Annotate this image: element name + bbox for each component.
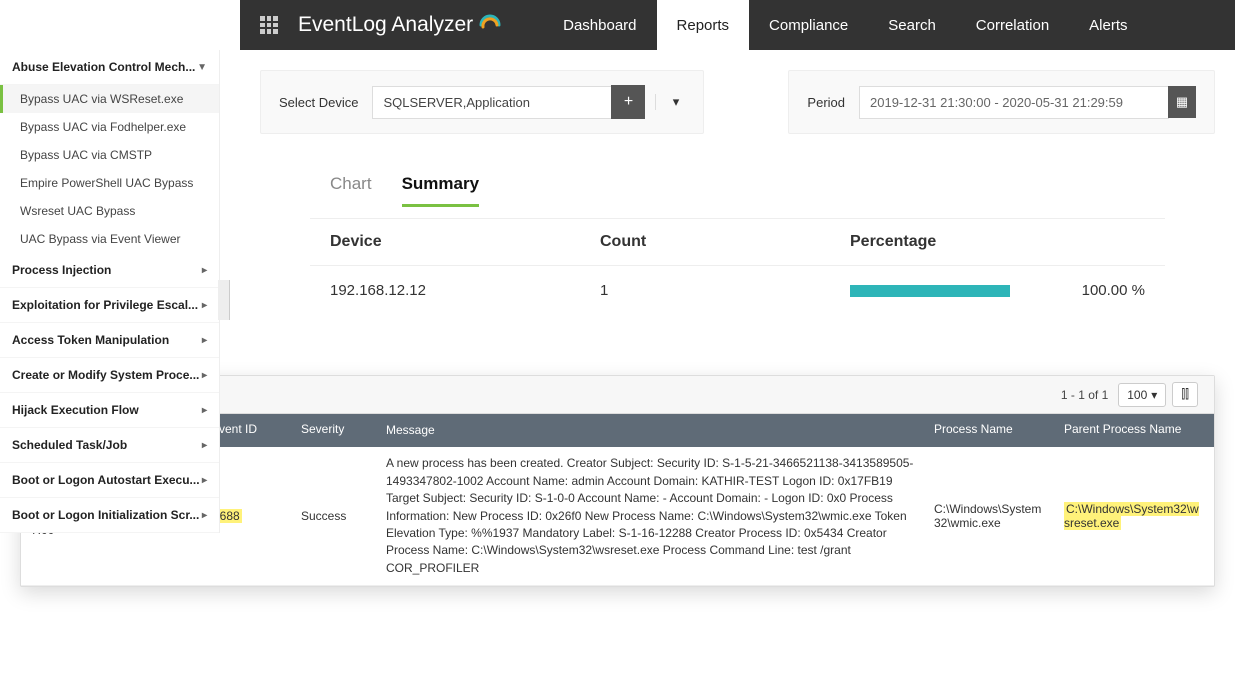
chevron-right-icon: ▸ bbox=[202, 510, 207, 521]
sidebar-collapse-handle[interactable] bbox=[218, 280, 230, 320]
main-content: Select Device SQLSERVER,Application + ▾ … bbox=[240, 50, 1235, 335]
cell-percentage: 100.00 % bbox=[1065, 282, 1165, 299]
chevron-right-icon: ▸ bbox=[202, 300, 207, 311]
tab-chart[interactable]: Chart bbox=[330, 164, 372, 207]
device-filter: Select Device SQLSERVER,Application + ▾ bbox=[260, 70, 704, 134]
col-device-header: Device bbox=[310, 233, 600, 251]
chevron-down-icon: ▼ bbox=[197, 62, 207, 73]
sidebar-group-label: Abuse Elevation Control Mech... bbox=[12, 60, 195, 74]
row-range: 1 - 1 of 1 bbox=[1061, 388, 1108, 402]
report-body: Chart Summary Device Count Percentage 19… bbox=[260, 164, 1215, 315]
chevron-right-icon: ▸ bbox=[202, 265, 207, 276]
device-filter-label: Select Device bbox=[279, 95, 358, 110]
add-device-button[interactable]: + bbox=[611, 85, 645, 119]
nav-compliance[interactable]: Compliance bbox=[749, 0, 868, 50]
columns-icon: ⫿⫿ bbox=[1181, 387, 1189, 402]
calendar-icon: ▦ bbox=[1176, 94, 1188, 110]
sidebar-item-bypass-cmstp[interactable]: Bypass UAC via CMSTP bbox=[0, 141, 219, 169]
sidebar-group-scheduled-task[interactable]: Scheduled Task/Job▸ bbox=[0, 428, 219, 463]
col-message[interactable]: Message bbox=[376, 414, 924, 447]
chevron-right-icon: ▸ bbox=[202, 475, 207, 486]
sidebar-item-bypass-fodhelper[interactable]: Bypass UAC via Fodhelper.exe bbox=[0, 113, 219, 141]
report-tabs: Chart Summary bbox=[310, 164, 1165, 208]
chevron-right-icon: ▸ bbox=[202, 370, 207, 381]
sidebar-group-boot-init-scripts[interactable]: Boot or Logon Initialization Scr...▸ bbox=[0, 498, 219, 533]
sidebar-group-process-injection[interactable]: Process Injection▸ bbox=[0, 253, 219, 288]
cell-message: A new process has been created. Creator … bbox=[376, 447, 924, 585]
sidebar-group-hijack-execution[interactable]: Hijack Execution Flow▸ bbox=[0, 393, 219, 428]
page-size-select[interactable]: 100▾ bbox=[1118, 383, 1166, 407]
col-parent-process[interactable]: Parent Process Name bbox=[1054, 414, 1214, 447]
sidebar-group-abuse-elevation[interactable]: Abuse Elevation Control Mech... ▼ bbox=[0, 50, 219, 85]
col-percentage-header: Percentage bbox=[850, 233, 1065, 251]
cell-bar bbox=[850, 282, 1065, 299]
cell-device: 192.168.12.12 bbox=[310, 282, 600, 299]
main-nav: Dashboard Reports Compliance Search Corr… bbox=[543, 0, 1147, 50]
cell-severity: Success bbox=[291, 501, 376, 531]
sidebar-group-access-token[interactable]: Access Token Manipulation▸ bbox=[0, 323, 219, 358]
summary-row: 192.168.12.12 1 100.00 % bbox=[310, 266, 1165, 315]
percentage-bar bbox=[850, 285, 1010, 297]
period-filter-input[interactable]: 2019-12-31 21:30:00 - 2020-05-31 21:29:5… bbox=[859, 86, 1169, 119]
nav-alerts[interactable]: Alerts bbox=[1069, 0, 1147, 50]
product-logo: EventLog Analyzer bbox=[298, 12, 503, 38]
nav-dashboard[interactable]: Dashboard bbox=[543, 0, 656, 50]
sidebar-item-wsreset-bypass[interactable]: Wsreset UAC Bypass bbox=[0, 197, 219, 225]
sidebar-group-exploitation-privesc[interactable]: Exploitation for Privilege Escal...▸ bbox=[0, 288, 219, 323]
topbar: EventLog Analyzer Dashboard Reports Comp… bbox=[240, 0, 1235, 50]
sidebar-item-event-viewer-bypass[interactable]: UAC Bypass via Event Viewer bbox=[0, 225, 219, 253]
cell-parent-process: C:\Windows\System32\wsreset.exe bbox=[1054, 494, 1214, 538]
tab-summary[interactable]: Summary bbox=[402, 164, 479, 207]
nav-search[interactable]: Search bbox=[868, 0, 956, 50]
filter-bar: Select Device SQLSERVER,Application + ▾ … bbox=[260, 70, 1215, 134]
nav-correlation[interactable]: Correlation bbox=[956, 0, 1069, 50]
cell-process: C:\Windows\System32\wmic.exe bbox=[924, 494, 1054, 538]
col-count-header: Count bbox=[600, 233, 850, 251]
product-name: EventLog Analyzer bbox=[298, 13, 473, 37]
filter-button[interactable]: ▾ bbox=[655, 94, 685, 110]
chevron-down-icon: ▾ bbox=[1151, 388, 1157, 402]
logo-swirl-icon bbox=[477, 12, 503, 38]
summary-table: Device Count Percentage 192.168.12.12 1 … bbox=[310, 218, 1165, 315]
sidebar-item-bypass-wsreset[interactable]: Bypass UAC via WSReset.exe bbox=[0, 85, 219, 113]
col-severity[interactable]: Severity bbox=[291, 414, 376, 447]
column-settings-button[interactable]: ⫿⫿ bbox=[1172, 382, 1198, 407]
cell-count: 1 bbox=[600, 282, 850, 299]
chevron-right-icon: ▸ bbox=[202, 335, 207, 346]
nav-reports[interactable]: Reports bbox=[657, 0, 750, 50]
period-filter-label: Period bbox=[807, 95, 845, 110]
sidebar-group-boot-autostart[interactable]: Boot or Logon Autostart Execu...▸ bbox=[0, 463, 219, 498]
sidebar-item-empire-powershell[interactable]: Empire PowerShell UAC Bypass bbox=[0, 169, 219, 197]
funnel-icon: ▾ bbox=[673, 94, 680, 110]
period-filter: Period 2019-12-31 21:30:00 - 2020-05-31 … bbox=[788, 70, 1215, 134]
plus-icon: + bbox=[624, 93, 633, 111]
summary-header: Device Count Percentage bbox=[310, 218, 1165, 266]
chevron-right-icon: ▸ bbox=[202, 440, 207, 451]
apps-grid-icon[interactable] bbox=[260, 16, 278, 34]
calendar-button[interactable]: ▦ bbox=[1168, 86, 1196, 118]
sidebar: Abuse Elevation Control Mech... ▼ Bypass… bbox=[0, 50, 220, 533]
sidebar-group-create-modify-process[interactable]: Create or Modify System Proce...▸ bbox=[0, 358, 219, 393]
device-filter-input[interactable]: SQLSERVER,Application bbox=[372, 86, 612, 119]
chevron-right-icon: ▸ bbox=[202, 405, 207, 416]
col-process-name[interactable]: Process Name bbox=[924, 414, 1054, 447]
